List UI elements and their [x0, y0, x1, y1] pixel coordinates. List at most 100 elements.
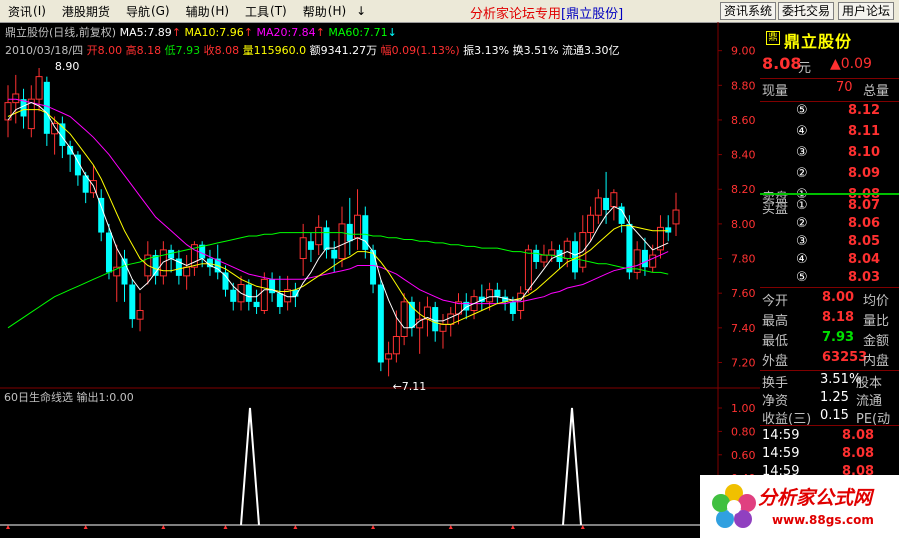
candle-body: [230, 289, 237, 302]
quote-low: 低7.93: [164, 44, 201, 57]
menu-aux-key: (H): [210, 4, 230, 18]
sell-row: ③ 8.10: [760, 145, 899, 166]
quote-panel: 鼎 鼎立股份 8.08 元 ▲0.09 现量 70 总量 ⑤ 8.12 ④ 8.11 ③…: [760, 22, 899, 538]
menu-help[interactable]: 帮助 (H): [295, 0, 354, 22]
marker-triangle-icon: [448, 525, 453, 529]
signal-spike: [240, 407, 260, 526]
candle-body: [432, 307, 439, 332]
candles: 8.90 ←7.11: [4, 60, 680, 393]
candle-body: [572, 241, 579, 273]
menu-help-key: (H): [327, 4, 347, 18]
menu-tools-label: 工具: [245, 4, 270, 19]
forum-text: 分析家论坛专用: [470, 7, 562, 22]
quote-change: 幅0.09(1.13%): [380, 44, 460, 57]
site-logo: 分析家公式网 www.88gs.com: [700, 475, 899, 538]
ma20-label: MA20:7.84: [256, 26, 316, 39]
candle-body: [494, 289, 501, 297]
menu-aux[interactable]: 辅助 (H): [178, 0, 237, 22]
flower-logo-icon: [712, 484, 756, 528]
candle-body: [408, 301, 415, 328]
candle-body: [563, 240, 571, 260]
menu-nav[interactable]: 导航 (G): [118, 0, 178, 22]
candle-body: [486, 289, 494, 303]
divider: [760, 287, 899, 288]
sell-level-icon: ④: [796, 124, 808, 139]
tick-time: 14:59: [762, 446, 800, 461]
stock-logo-icon: 鼎: [766, 31, 780, 45]
divider: [760, 78, 899, 79]
divider: [760, 101, 899, 102]
ma5-line: [7, 102, 669, 329]
price-unit: 元: [798, 61, 812, 76]
menu-info[interactable]: 资讯 (I): [0, 0, 54, 22]
signal-tick-label: 1.00: [731, 402, 756, 415]
candle-body: [587, 214, 595, 234]
divider: [760, 370, 899, 371]
stat-label: 最高: [762, 314, 789, 329]
buy-price: 8.03: [848, 270, 881, 285]
sell-price: 8.10: [848, 145, 881, 160]
candle-body: [35, 76, 43, 100]
stat-value: 8.00: [822, 290, 855, 305]
trade-button[interactable]: 委托交易: [778, 2, 835, 20]
ma10-label: MA10:7.96: [184, 26, 244, 39]
candle-body: [276, 293, 283, 308]
stat-right-label: 流通: [856, 394, 883, 409]
quote-close: 收8.08: [203, 44, 240, 57]
stat-right-label: 金额: [863, 334, 890, 349]
stat-value: 63253: [822, 350, 868, 365]
marker-triangle-icon: [510, 525, 515, 529]
sell-level-icon: ⑤: [796, 103, 808, 118]
buy-price: 8.05: [848, 234, 881, 249]
candle-body: [260, 278, 268, 312]
candle-body: [400, 301, 408, 337]
stat-value: 1.25: [820, 390, 849, 405]
candle-body: [12, 93, 20, 104]
stat-row: 外盘 63253 内盘: [760, 350, 899, 371]
quote-turnover: 换3.51%: [512, 44, 559, 57]
max-price-label: 8.90: [55, 60, 79, 73]
candle-body: [299, 237, 307, 260]
quote-high: 高8.18: [125, 44, 162, 57]
quote-open: 开8.00: [86, 44, 123, 57]
candle-body: [51, 122, 59, 135]
menu-hk-futures[interactable]: 港股期货: [54, 0, 118, 22]
candle-body: [579, 232, 587, 268]
candle-body: [509, 301, 516, 314]
candle-body: [253, 301, 260, 308]
candle-body: [222, 272, 229, 290]
marker-triangle-icon: [161, 525, 166, 529]
buy-price: 8.07: [848, 198, 881, 213]
info-system-button[interactable]: 资讯系统: [720, 2, 777, 20]
sell-price: 8.11: [848, 124, 881, 139]
forum-button[interactable]: 用户论坛: [838, 2, 895, 20]
sell-row: ② 8.09: [760, 166, 899, 187]
price-chart[interactable]: 9.00 8.80 8.60 8.40 8.20 8.00 7.80 7.60 7.40 7.20…: [0, 22, 760, 538]
y-tick-label: 7.20: [731, 356, 756, 369]
marker-triangle-icon: [83, 525, 88, 529]
stat-label: 最低: [762, 334, 789, 349]
quote-vol: 量115960.0: [242, 44, 307, 57]
signal-spike: [562, 407, 582, 526]
stat-value: 0.15: [820, 408, 849, 423]
panel-stock-name: 鼎立股份: [784, 32, 853, 51]
sell-price: 8.12: [848, 103, 881, 118]
candle-body: [43, 81, 50, 134]
price-row: 8.08 元 ▲0.09: [760, 54, 899, 77]
tick-price: 8.08: [842, 428, 875, 443]
menu-info-label: 资讯: [8, 4, 33, 19]
candle-body: [524, 249, 532, 291]
candle-body: [610, 192, 618, 208]
candle-body: [603, 197, 610, 211]
menu-tools[interactable]: 工具 (T): [237, 0, 295, 22]
quote-amount: 额9341.27万: [309, 44, 378, 57]
arrow-down-icon[interactable]: ↓: [356, 4, 366, 18]
signal-tick-label: 0.60: [731, 449, 756, 462]
candle-body: [377, 284, 384, 363]
candle-body: [439, 323, 447, 332]
sell-price: 8.09: [848, 166, 881, 181]
signal-chart: 1.000.800.600.400.20: [6, 402, 756, 529]
y-tick-label: 7.80: [731, 253, 756, 266]
stat-label: 净资: [762, 394, 789, 409]
candle-body: [315, 226, 323, 246]
